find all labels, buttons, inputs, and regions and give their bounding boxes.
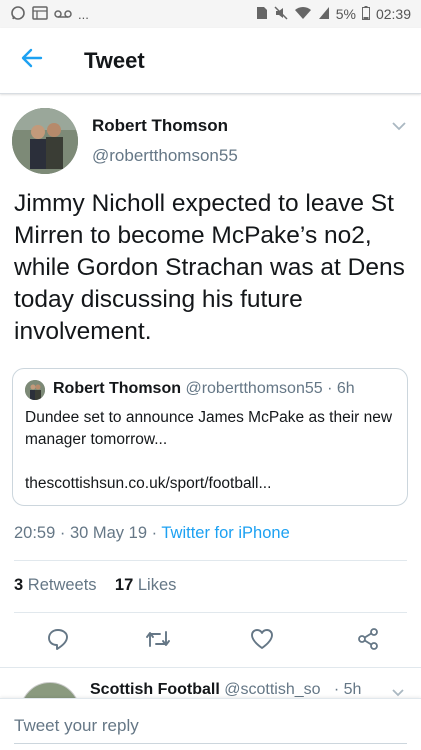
more-options-button[interactable]: [391, 118, 407, 136]
battery-icon: [361, 5, 370, 23]
chevron-down-icon: [391, 684, 405, 698]
divider: [14, 560, 407, 561]
quote-link[interactable]: thescottishsun.co.uk/sport/football...: [25, 475, 271, 493]
reply-more-button[interactable]: [391, 684, 405, 698]
likes-stat[interactable]: 17 Likes: [115, 576, 176, 594]
reply-author-name: Scottish Football: [90, 681, 220, 698]
status-right: 5% 02:39: [256, 5, 411, 23]
retweets-stat[interactable]: 3 Retweets: [14, 576, 97, 594]
quote-header: Robert Thomson @robertthomson55 · 6h: [53, 380, 355, 398]
like-icon: [250, 628, 274, 655]
retweet-button[interactable]: [143, 626, 173, 656]
quote-avatar: [25, 380, 45, 400]
more-notifications: ...: [78, 6, 89, 22]
reply-header: Scottish Football @scottish_so · 5h: [90, 681, 361, 698]
reply-input[interactable]: [14, 713, 407, 739]
back-button[interactable]: [0, 28, 64, 94]
tweet-meta: 20:59 · 30 May 19 · Twitter for iPhone: [14, 524, 290, 543]
reply-underline: [14, 743, 407, 744]
status-left: ...: [10, 5, 89, 24]
clock: 02:39: [375, 6, 411, 22]
reply-icon: [46, 627, 70, 656]
tweet-source-link[interactable]: Twitter for iPhone: [161, 524, 289, 542]
page-title: Tweet: [84, 47, 145, 73]
quoted-tweet[interactable]: Robert Thomson @robertthomson55 · 6h Dun…: [12, 368, 408, 506]
gallery-icon: [32, 5, 48, 23]
reply-time: · 5h: [333, 681, 362, 698]
reply-avatar: [20, 682, 80, 698]
retweet-count: 3: [14, 576, 24, 594]
quote-meta: @robertthomson55 · 6h: [181, 380, 355, 397]
back-arrow-icon: [21, 48, 43, 73]
battery-percent: 5%: [335, 6, 356, 22]
quote-author-name: Robert Thomson: [53, 380, 181, 397]
voicemail-icon: [54, 6, 72, 22]
action-bar: [0, 616, 421, 666]
like-label: Likes: [133, 576, 177, 594]
header: Tweet: [0, 28, 421, 94]
share-button[interactable]: [353, 626, 383, 656]
share-icon: [356, 627, 380, 656]
reply-bar: [0, 698, 421, 750]
like-button[interactable]: [247, 626, 277, 656]
tweet-author: Robert Thomson @robertthomson55: [12, 108, 409, 178]
whatsapp-icon: [10, 5, 26, 24]
retweet-icon: [145, 628, 171, 655]
signal-icon: [318, 6, 330, 23]
reply-button[interactable]: [43, 626, 73, 656]
tweet-timestamp: 20:59 · 30 May 19 ·: [14, 524, 162, 542]
author-name[interactable]: Robert Thomson: [92, 116, 228, 136]
retweet-label: Retweets: [23, 576, 97, 594]
mute-icon: [274, 5, 288, 23]
divider: [14, 612, 407, 613]
tweet-text: Jimmy Nicholl expected to leave St Mirre…: [14, 190, 405, 345]
chevron-down-icon: [391, 118, 407, 135]
tweet-stats: 3 Retweets 17 Likes: [14, 576, 176, 595]
like-count: 17: [114, 576, 134, 594]
reply-handle: @scottish_so: [219, 681, 321, 698]
avatar[interactable]: [12, 108, 78, 174]
author-handle[interactable]: @robertthomson55: [92, 146, 238, 166]
status-bar: ... 5% 02:39: [0, 0, 421, 28]
wifi-icon: [294, 6, 312, 23]
reply-preview[interactable]: Scottish Football @scottish_so · 5h: [0, 668, 421, 698]
sim-icon: [256, 6, 268, 23]
quote-text: Dundee set to announce James McPake as t…: [25, 409, 393, 448]
